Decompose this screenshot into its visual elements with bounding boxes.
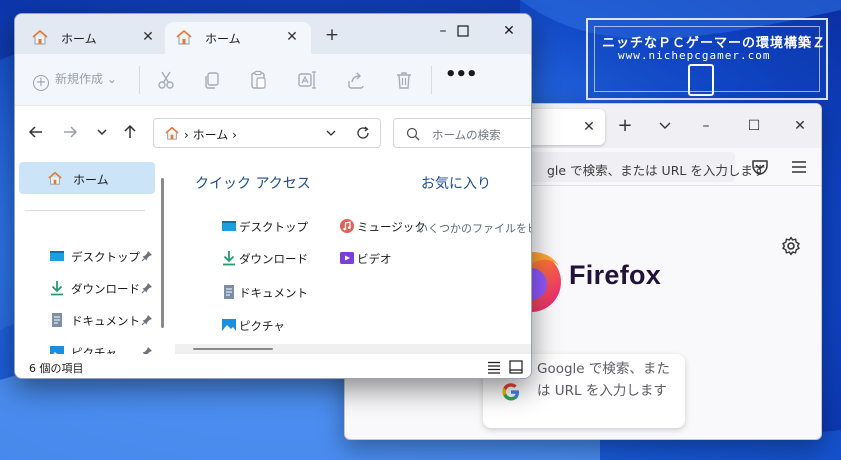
item-label: ドキュメント <box>239 286 308 300</box>
close-button[interactable]: ✕ <box>487 16 531 46</box>
command-bar: + 新規作成 ⌄ ••• <box>15 54 531 106</box>
document-icon <box>224 285 234 299</box>
minimize-button[interactable]: – <box>691 112 721 140</box>
status-bar: 6 個の項目 <box>15 354 531 378</box>
firefox-search-placeholder: Google で検索、または URL を入力します <box>537 361 670 399</box>
file-explorer-window[interactable]: ホーム ✕ ホーム ✕ + – ✕ + 新規作成 ⌄ ••• › ホーム › ホ… <box>14 13 532 379</box>
nav-item-downloads[interactable]: ダウンロード <box>19 274 155 302</box>
details-view-icon[interactable] <box>487 360 501 374</box>
document-icon <box>52 313 62 327</box>
explorer-tab-2[interactable]: ホーム ✕ <box>165 22 311 54</box>
explorer-title-bar: ホーム ✕ ホーム ✕ + – ✕ <box>15 14 531 54</box>
address-bar-placeholder: gle で検索、または URL を入力します <box>547 163 766 178</box>
picture-icon <box>222 319 236 331</box>
quick-access-heading[interactable]: クイック アクセス <box>195 173 311 193</box>
close-button[interactable]: ✕ <box>785 112 815 140</box>
nav-item-label: デスクトップ <box>71 250 140 264</box>
content-pane: クイック アクセス お気に入り デスクトップ ダウンロード ドキュメント ピクチ… <box>175 158 531 354</box>
nav-item-label: ドキュメント <box>71 314 140 328</box>
nav-item-label: ダウンロード <box>71 282 140 296</box>
address-row: › ホーム › ホームの検索 <box>15 106 531 158</box>
maximize-button[interactable] <box>441 16 485 46</box>
new-tab-button[interactable]: + <box>613 114 637 138</box>
download-icon <box>223 251 235 266</box>
nav-item-documents[interactable]: ドキュメント <box>19 306 155 334</box>
hamburger-menu-icon[interactable] <box>789 157 809 177</box>
nav-item-desktop[interactable]: デスクトップ <box>19 242 155 270</box>
google-icon <box>502 383 519 401</box>
pin-icon <box>141 283 152 294</box>
new-label: 新規作成 <box>55 72 104 86</box>
item-label: ミュージック <box>357 220 426 234</box>
home-icon <box>48 171 62 185</box>
horizontal-scrollbar[interactable] <box>175 344 531 354</box>
home-icon <box>176 30 192 45</box>
close-tab-icon[interactable]: ✕ <box>281 26 303 48</box>
gear-icon[interactable] <box>781 236 801 256</box>
chevron-down-icon[interactable] <box>324 126 338 140</box>
address-path: › ホーム › <box>184 128 237 142</box>
site-watermark: ニッチなＰＣゲーマーの環境構築Ｚ www.nichepcgamer.com <box>586 18 828 100</box>
tab-label: ホーム <box>61 32 97 46</box>
nav-item-home[interactable]: ホーム <box>19 162 155 194</box>
home-icon <box>32 30 48 45</box>
forward-arrow-icon[interactable] <box>61 123 79 141</box>
pin-icon <box>141 315 152 326</box>
navigation-pane: ホーム デスクトップ ダウンロード ドキュメント ピクチャ <box>15 158 167 360</box>
pc-tower-icon <box>688 64 714 96</box>
close-tab-icon[interactable]: ✕ <box>137 26 159 48</box>
maximize-button[interactable]: ☐ <box>739 112 769 140</box>
cut-icon[interactable] <box>155 69 177 91</box>
search-icon <box>406 127 420 141</box>
nav-scrollbar[interactable] <box>161 178 164 328</box>
favorites-heading[interactable]: お気に入り <box>421 173 491 193</box>
item-label: ピクチャ <box>239 319 285 333</box>
see-more-button[interactable]: ••• <box>445 66 478 88</box>
item-label: ビデオ <box>357 252 392 266</box>
copy-icon[interactable] <box>201 69 223 91</box>
delete-icon[interactable] <box>393 69 415 91</box>
video-icon <box>340 252 354 264</box>
watermark-url: www.nichepcgamer.com <box>618 49 771 62</box>
paste-icon[interactable] <box>247 69 269 91</box>
tab-label: ホーム <box>205 32 241 46</box>
explorer-tab-1[interactable]: ホーム ✕ <box>21 22 167 54</box>
plus-icon: + <box>33 75 49 91</box>
recent-locations-chevron-icon[interactable] <box>93 123 111 141</box>
tiles-view-icon[interactable] <box>509 360 523 374</box>
firefox-wordmark: Firefox <box>569 260 662 290</box>
toolbar-divider <box>431 66 432 94</box>
list-all-tabs-button[interactable] <box>653 114 677 138</box>
new-tab-button[interactable]: + <box>321 24 343 46</box>
rename-icon[interactable] <box>297 69 319 91</box>
item-count: 6 個の項目 <box>29 362 84 375</box>
nav-divider <box>25 210 145 211</box>
nav-item-label: ホーム <box>73 173 109 187</box>
pin-icon <box>141 251 152 262</box>
refresh-icon[interactable] <box>356 126 370 140</box>
home-icon <box>165 126 179 140</box>
search-placeholder: ホームの検索 <box>432 128 501 142</box>
up-arrow-icon[interactable] <box>121 123 139 141</box>
desktop-icon <box>50 251 64 261</box>
download-icon <box>51 281 63 296</box>
item-label: ダウンロード <box>239 252 308 266</box>
close-tab-icon[interactable]: ✕ <box>579 117 599 137</box>
item-label: デスクトップ <box>239 220 308 234</box>
pocket-icon[interactable] <box>751 158 769 176</box>
back-arrow-icon[interactable] <box>27 123 45 141</box>
scrollbar-thumb[interactable] <box>193 348 273 350</box>
share-icon[interactable] <box>345 69 367 91</box>
search-input[interactable]: ホームの検索 <box>393 118 531 148</box>
music-icon <box>340 219 354 233</box>
toolbar-divider <box>139 66 140 94</box>
new-button[interactable]: + 新規作成 ⌄ <box>33 70 117 92</box>
desktop-icon <box>222 221 236 231</box>
address-bar[interactable]: › ホーム › <box>153 118 381 148</box>
favorites-empty-text: いくつかのファイルをピン留 <box>417 222 531 235</box>
